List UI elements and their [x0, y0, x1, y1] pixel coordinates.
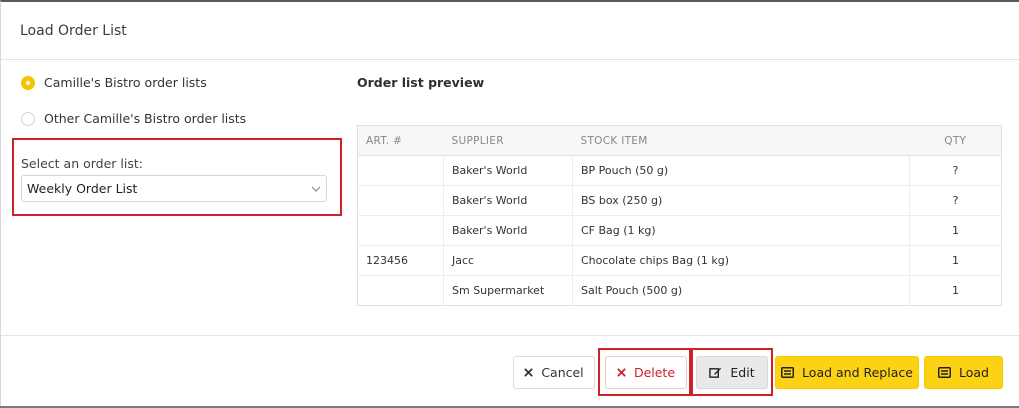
load-label: Load: [959, 365, 989, 380]
cell-art: [357, 275, 444, 306]
order-list-select-label: Select an order list:: [21, 156, 143, 171]
list-icon: [781, 367, 795, 378]
dialog-header: Load Order List: [1, 2, 1019, 60]
preview-table: ART. # SUPPLIER STOCK ITEM QTY Baker's W…: [357, 125, 1002, 306]
cell-art: [357, 215, 444, 246]
column-header-qty: QTY: [909, 125, 1002, 156]
table-row: Baker's World BP Pouch (50 g) ?: [357, 155, 1002, 186]
highlight-frame-delete: [598, 348, 691, 396]
column-header-art: ART. #: [357, 125, 444, 156]
chevron-down-icon: [311, 186, 321, 192]
cell-qty: ?: [909, 155, 1002, 186]
order-list-select[interactable]: Weekly Order List: [21, 175, 327, 202]
cell-supplier: Sm Supermarket: [443, 275, 573, 306]
select-value: Weekly Order List: [27, 181, 138, 196]
radio-other-order-lists[interactable]: Other Camille's Bistro order lists: [21, 111, 246, 126]
load-order-list-dialog: Load Order List Camille's Bistro order l…: [0, 0, 1019, 406]
table-header-row: ART. # SUPPLIER STOCK ITEM QTY: [357, 125, 1002, 156]
cell-art: [357, 185, 444, 216]
highlight-frame-edit: [691, 348, 773, 396]
cell-qty: ?: [909, 185, 1002, 216]
cell-supplier: Baker's World: [443, 215, 573, 246]
cell-stock-item: BS box (250 g): [572, 185, 910, 216]
cell-stock-item: Chocolate chips Bag (1 kg): [572, 245, 910, 276]
cell-qty: 1: [952, 284, 959, 297]
cancel-button[interactable]: Cancel: [513, 356, 595, 389]
cell-stock-item: Salt Pouch (500 g): [572, 275, 910, 306]
radio-button[interactable]: [21, 111, 35, 126]
dialog-body: Camille's Bistro order lists Other Camil…: [1, 60, 1019, 335]
cell-supplier: Baker's World: [443, 155, 573, 186]
load-button[interactable]: Load: [924, 356, 1003, 389]
table-row: Baker's World CF Bag (1 kg) 1: [357, 215, 1002, 246]
cell-art: [357, 155, 444, 186]
load-and-replace-button[interactable]: Load and Replace: [775, 356, 919, 389]
table-row: Sm Supermarket Salt Pouch (500 g) 1: [357, 275, 1002, 306]
cell-supplier: Jacc: [443, 245, 573, 276]
cell-qty: 1: [909, 215, 1002, 246]
radio-label: Camille's Bistro order lists: [44, 75, 207, 90]
preview-title: Order list preview: [357, 75, 485, 90]
cell-qty: 1: [909, 245, 1002, 276]
table-row: Baker's World BS box (250 g) ?: [357, 185, 1002, 216]
column-header-stock-item: STOCK ITEM: [572, 125, 910, 156]
list-icon: [938, 367, 951, 378]
radio-button-selected[interactable]: [21, 75, 35, 90]
dialog-title: Load Order List: [20, 22, 127, 39]
radio-own-order-lists[interactable]: Camille's Bistro order lists: [21, 75, 207, 90]
table-row: 123456 Jacc Chocolate chips Bag (1 kg) 1: [357, 245, 1002, 276]
close-icon: [524, 368, 533, 377]
cell-supplier: Baker's World: [443, 185, 573, 216]
cell-art: 123456: [357, 245, 444, 276]
radio-label: Other Camille's Bistro order lists: [44, 111, 247, 126]
cell-stock-item: CF Bag (1 kg): [572, 215, 910, 246]
cell-stock-item: BP Pouch (50 g): [572, 155, 910, 186]
column-header-supplier: SUPPLIER: [443, 125, 573, 156]
dialog-footer: Cancel Delete Edit Load and Replace Load: [1, 335, 1019, 408]
cancel-label: Cancel: [541, 365, 584, 380]
load-and-replace-label: Load and Replace: [802, 365, 913, 380]
